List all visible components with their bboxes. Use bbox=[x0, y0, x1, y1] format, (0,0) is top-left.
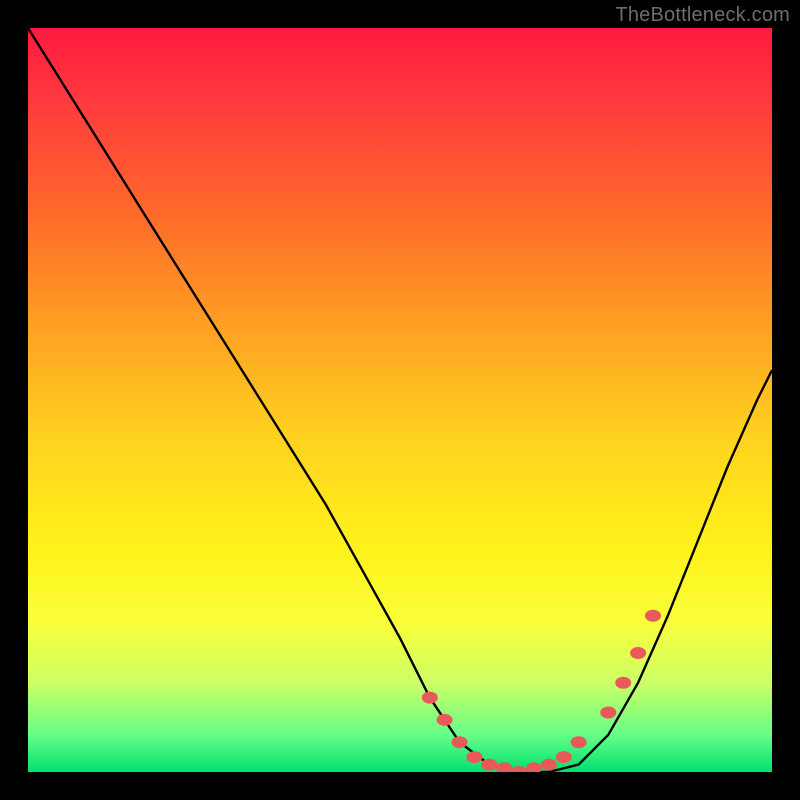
chart-frame: TheBottleneck.com bbox=[0, 0, 800, 800]
plot-gradient-background bbox=[28, 28, 772, 772]
attribution-text: TheBottleneck.com bbox=[615, 4, 790, 27]
